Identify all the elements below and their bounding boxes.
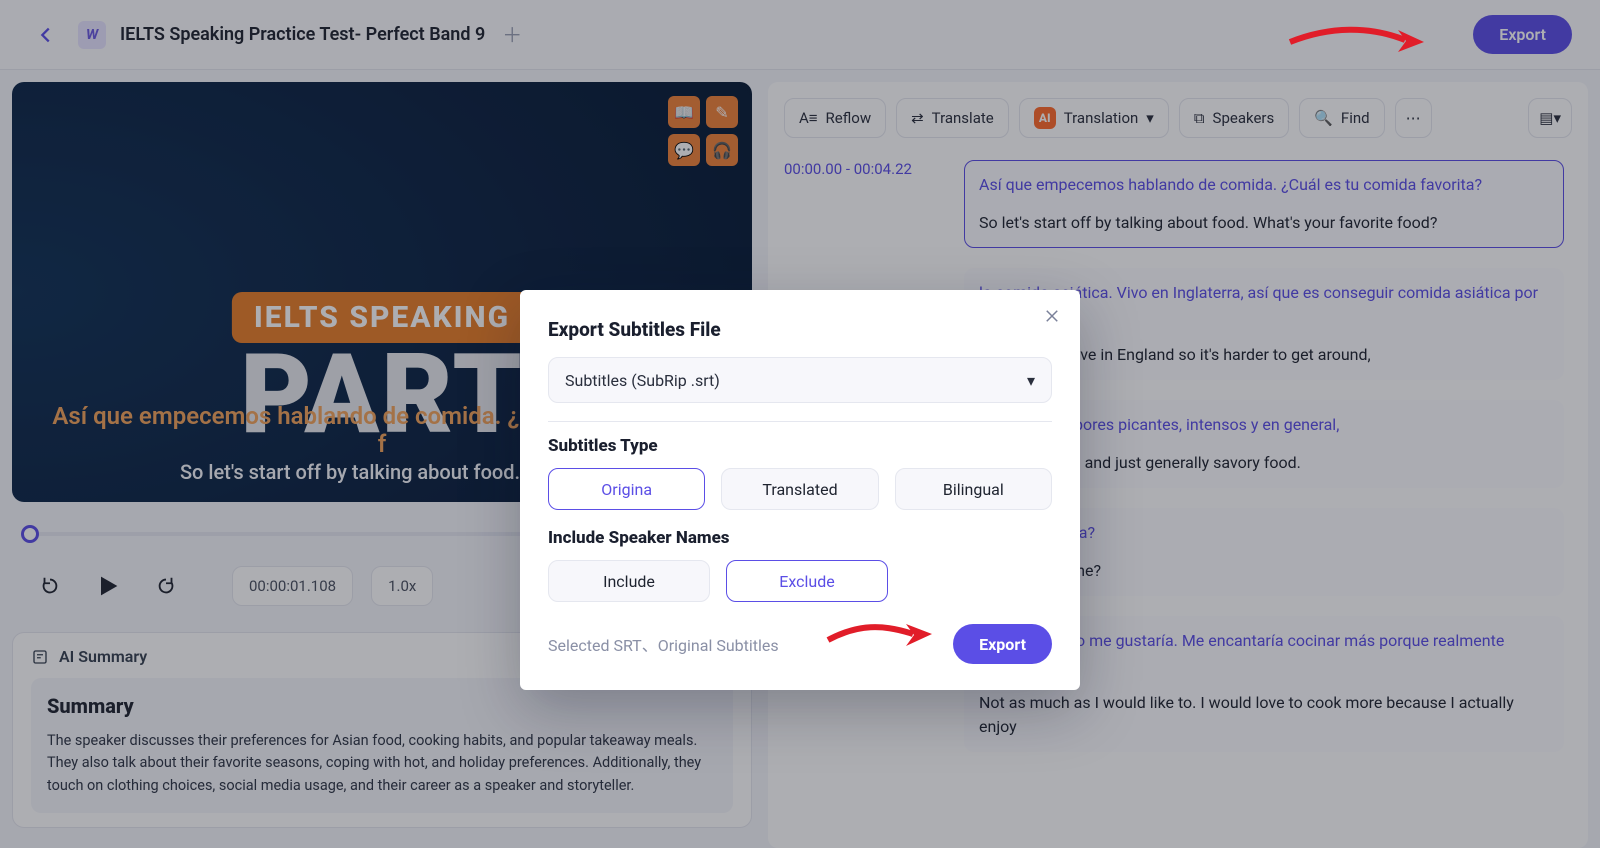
speaker-exclude[interactable]: Exclude <box>726 560 888 602</box>
format-select[interactable]: Subtitles (SubRip .srt) ▾ <box>548 357 1052 403</box>
close-button[interactable] <box>1038 302 1066 330</box>
selection-summary: Selected SRT、Original Subtitles <box>548 632 779 656</box>
subtitles-type-seg: Origina Translated Bilingual <box>548 468 1052 510</box>
type-bilingual[interactable]: Bilingual <box>895 468 1052 510</box>
speaker-seg: Include Exclude <box>548 560 888 602</box>
type-original[interactable]: Origina <box>548 468 705 510</box>
export-modal: Export Subtitles File Subtitles (SubRip … <box>520 290 1080 690</box>
modal-export-button[interactable]: Export <box>953 624 1052 664</box>
format-value: Subtitles (SubRip .srt) <box>565 371 720 390</box>
subtitles-type-label: Subtitles Type <box>548 436 1052 456</box>
speaker-label: Include Speaker Names <box>548 528 1052 548</box>
type-translated[interactable]: Translated <box>721 468 878 510</box>
speaker-include[interactable]: Include <box>548 560 710 602</box>
modal-title: Export Subtitles File <box>548 318 1052 341</box>
close-icon <box>1043 307 1061 325</box>
chevron-down-icon: ▾ <box>1027 371 1035 390</box>
